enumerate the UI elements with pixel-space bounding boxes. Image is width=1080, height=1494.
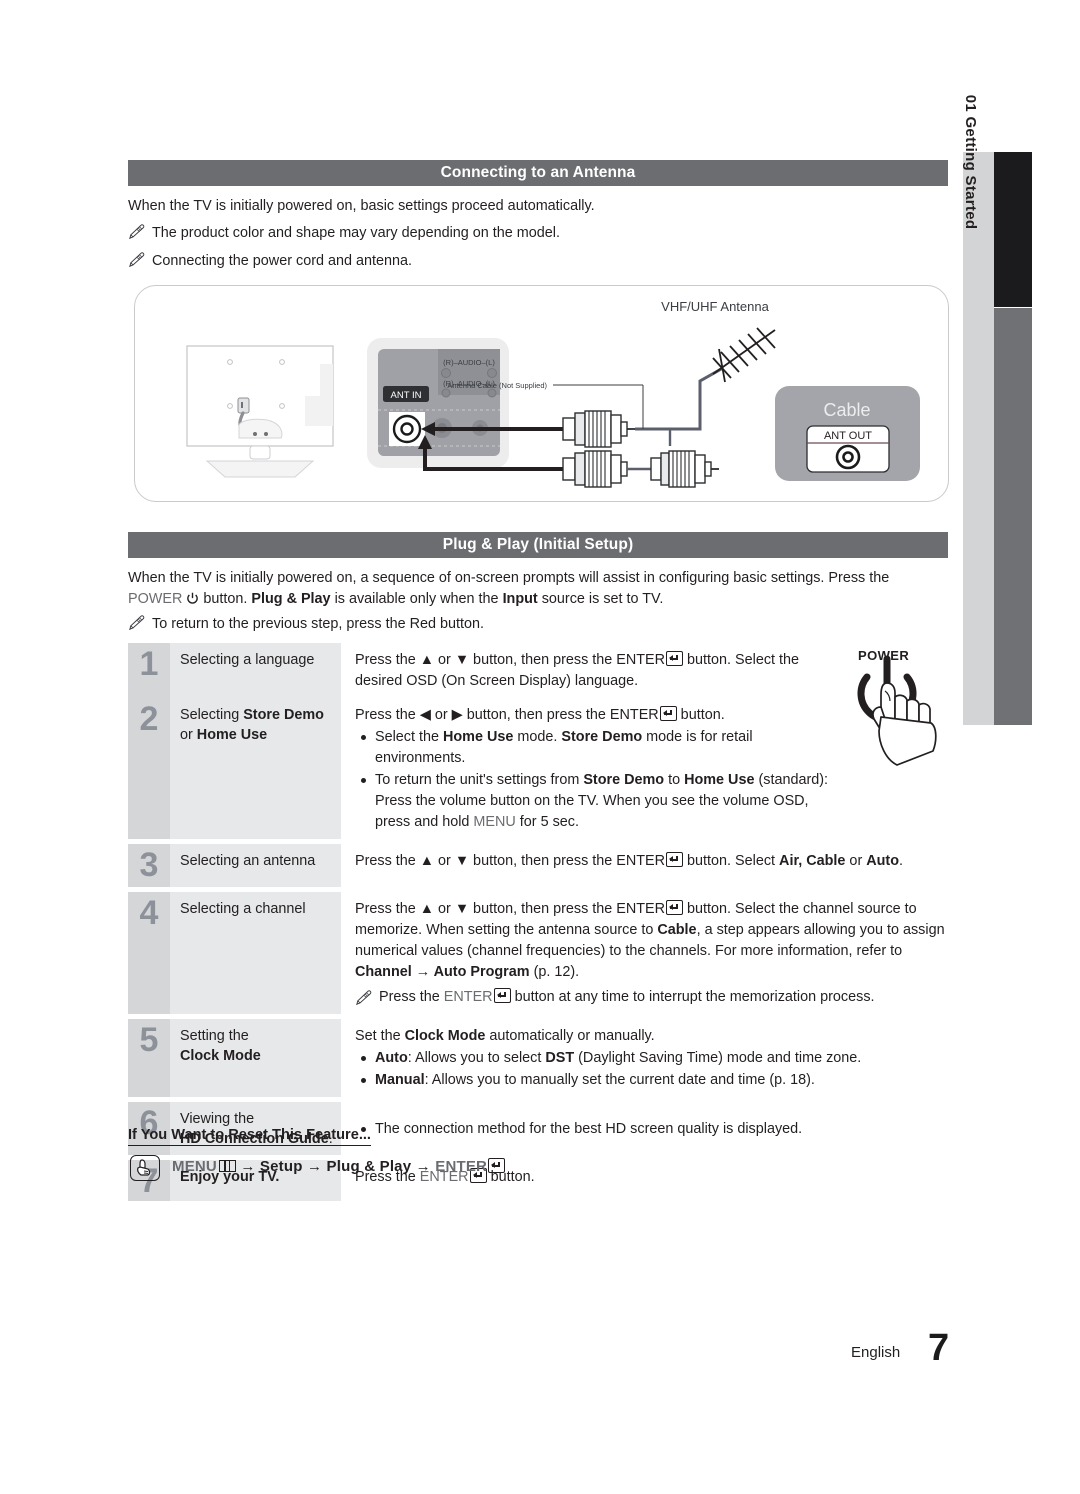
step-bullet: The connection method for the best HD sc…	[355, 1119, 950, 1140]
coax-connector-lower-right	[650, 450, 719, 488]
power-symbol-icon	[186, 591, 199, 612]
step-label-cell: Selecting Store Demo or Home Use	[170, 698, 341, 839]
svg-text:(R)–AUDIO–(L): (R)–AUDIO–(L)	[443, 358, 495, 367]
step-number: 1	[139, 645, 159, 683]
plugplay-intro-post: is available only when the	[334, 591, 499, 607]
menu-icon	[218, 1160, 236, 1172]
step-label-cell: Selecting a channel	[170, 892, 341, 1014]
table-row: 2 Selecting Store Demo or Home Use Press …	[128, 698, 950, 839]
antenna-note-2-text: Connecting the power cord and antenna.	[152, 253, 413, 269]
reset-path-arrow-3: →	[415, 1158, 431, 1175]
pencil-note-icon	[356, 990, 372, 1006]
enter-icon	[666, 900, 684, 915]
antenna-cable-label: Antenna Cable (Not Supplied)	[447, 381, 547, 390]
plugplay-bold-term-1: Plug & Play	[251, 591, 331, 607]
pencil-note-icon	[129, 252, 145, 268]
reset-menu-path: MENU → Setup → Plug & Play → ENTER	[172, 1158, 506, 1175]
antenna-connection-diagram: (R)–AUDIO–(L) (R)–AUDIO–(L) ANT IN Anten…	[134, 285, 949, 502]
enter-icon	[666, 651, 684, 666]
vhf-uhf-antenna-label: VHF/UHF Antenna	[661, 299, 769, 314]
step-label-text: Selecting an antenna	[180, 853, 316, 869]
step-number: 5	[139, 1021, 159, 1059]
jack-panel-illustration: (R)–AUDIO–(L) (R)–AUDIO–(L) ANT IN	[367, 338, 509, 468]
enter-icon	[493, 988, 511, 1003]
reset-feature-title: If You Want to Reset This Feature...	[128, 1127, 371, 1146]
plugplay-intro-end: source is set to TV.	[541, 591, 664, 607]
antenna-diagram-svg: (R)–AUDIO–(L) (R)–AUDIO–(L) ANT IN Anten…	[186, 299, 920, 488]
plugplay-note-text: To return to the previous step, press th…	[152, 616, 484, 632]
antenna-note-2: Connecting the power cord and antenna.	[128, 251, 972, 272]
reset-path-plugplay: Plug & Play	[326, 1158, 412, 1175]
ant-in-label: ANT IN	[391, 390, 422, 401]
plugplay-intro-line1: When the TV is initially powered on, a s…	[128, 570, 890, 586]
coax-connector-lower-left	[562, 450, 628, 488]
step-number: 3	[139, 846, 159, 884]
chapter-tab-marker-grey	[994, 308, 1032, 725]
chapter-tab-marker-black	[994, 152, 1032, 307]
hand-press-badge	[130, 1155, 160, 1181]
step-label-cell: Setting the Clock Mode	[170, 1019, 341, 1097]
step-number-cell: 5	[128, 1019, 170, 1097]
table-row: 1 Selecting a language Press the ▲ or ▼ …	[128, 643, 950, 698]
plugplay-note: To return to the previous step, press th…	[128, 614, 972, 635]
cable-box-illustration: Cable ANT OUT	[775, 386, 920, 481]
table-row: 5 Setting the Clock Mode Set the Clock Mo…	[128, 1019, 950, 1097]
enter-icon	[659, 706, 677, 721]
enter-icon	[666, 852, 684, 867]
step-label-text: Selecting a channel	[180, 901, 306, 917]
reset-path-setup: Setup	[259, 1158, 303, 1175]
footer-language: English	[851, 1344, 901, 1361]
antenna-note-1: The product color and shape may vary dep…	[128, 223, 972, 244]
plugplay-intro-paragraph: When the TV is initially powered on, a s…	[128, 568, 948, 612]
plugplay-power-word: POWER	[128, 591, 183, 607]
plugplay-intro-mid: button.	[203, 591, 248, 607]
section-header-antenna: Connecting to an Antenna	[128, 160, 948, 186]
step-body-cell: The connection method for the best HD sc…	[341, 1102, 950, 1155]
step-number: 4	[139, 894, 159, 932]
step-bullet: To return the unit's settings from Store…	[355, 770, 841, 833]
tv-rear-illustration	[186, 345, 334, 478]
step-body-cell: Press the ◀ or ▶ button, then press the …	[341, 698, 841, 839]
step-bullet: Auto: Allows you to select DST (Daylight…	[355, 1048, 950, 1069]
step-number-cell: 3	[128, 844, 170, 887]
step-label-cell: Selecting a language	[170, 643, 341, 698]
step-bullet: Select the Home Use mode. Store Demo mod…	[355, 727, 841, 769]
reset-path-arrow-2: →	[306, 1158, 323, 1175]
antenna-intro-paragraph: When the TV is initially powered on, bas…	[128, 198, 595, 214]
antenna-note-1-text: The product color and shape may vary dep…	[152, 225, 560, 241]
cable-box-label: Cable	[823, 400, 870, 420]
step-label-cell: Selecting an antenna	[170, 844, 341, 887]
reset-path-menu: MENU	[172, 1158, 217, 1175]
step-number-cell: 2	[128, 698, 170, 839]
step-label-text: Selecting a language	[180, 652, 315, 668]
step-number: 2	[139, 700, 159, 738]
pencil-note-icon	[129, 615, 145, 631]
reset-path-enter: ENTER	[435, 1158, 488, 1175]
manual-page: 01 Getting Started Connecting to an Ante…	[0, 0, 1080, 1494]
coax-connector-upper	[562, 410, 635, 448]
hand-press-icon	[137, 1159, 151, 1176]
step-body-cell: Set the Clock Mode automatically or manu…	[341, 1019, 950, 1097]
step-subnote: Press the ENTER button at any time to in…	[355, 987, 950, 1008]
step-bullet: Manual: Allows you to manually set the c…	[355, 1070, 950, 1091]
step-body-cell: Press the ▲ or ▼ button, then press the …	[341, 844, 950, 887]
plugplay-steps-table: 1 Selecting a language Press the ▲ or ▼ …	[128, 643, 950, 1201]
section-header-plugplay-text: Plug & Play (Initial Setup)	[442, 536, 634, 553]
vhf-uhf-antenna-icon	[712, 327, 776, 383]
section-header-plugplay: Plug & Play (Initial Setup)	[128, 532, 948, 558]
step-body-cell: Press the ▲ or ▼ button, then press the …	[341, 892, 950, 1014]
section-header-antenna-text: Connecting to an Antenna	[440, 164, 636, 181]
plugplay-bold-term-2: Input	[502, 591, 538, 607]
table-row: 3 Selecting an antenna Press the ▲ or ▼ …	[128, 844, 950, 887]
table-row: 4 Selecting a channel Press the ▲ or ▼ b…	[128, 892, 950, 1014]
step-body-cell: Press the ▲ or ▼ button, then press the …	[341, 643, 841, 698]
ant-out-label: ANT OUT	[824, 430, 872, 442]
pencil-note-icon	[129, 224, 145, 240]
step-number-cell: 4	[128, 892, 170, 1014]
enter-icon	[488, 1158, 506, 1173]
reset-path-arrow-1: →	[240, 1158, 256, 1175]
step-number-cell: 1	[128, 643, 170, 698]
chapter-tab-label: 01 Getting Started	[961, 94, 979, 230]
footer-page-number: 7	[928, 1327, 950, 1369]
